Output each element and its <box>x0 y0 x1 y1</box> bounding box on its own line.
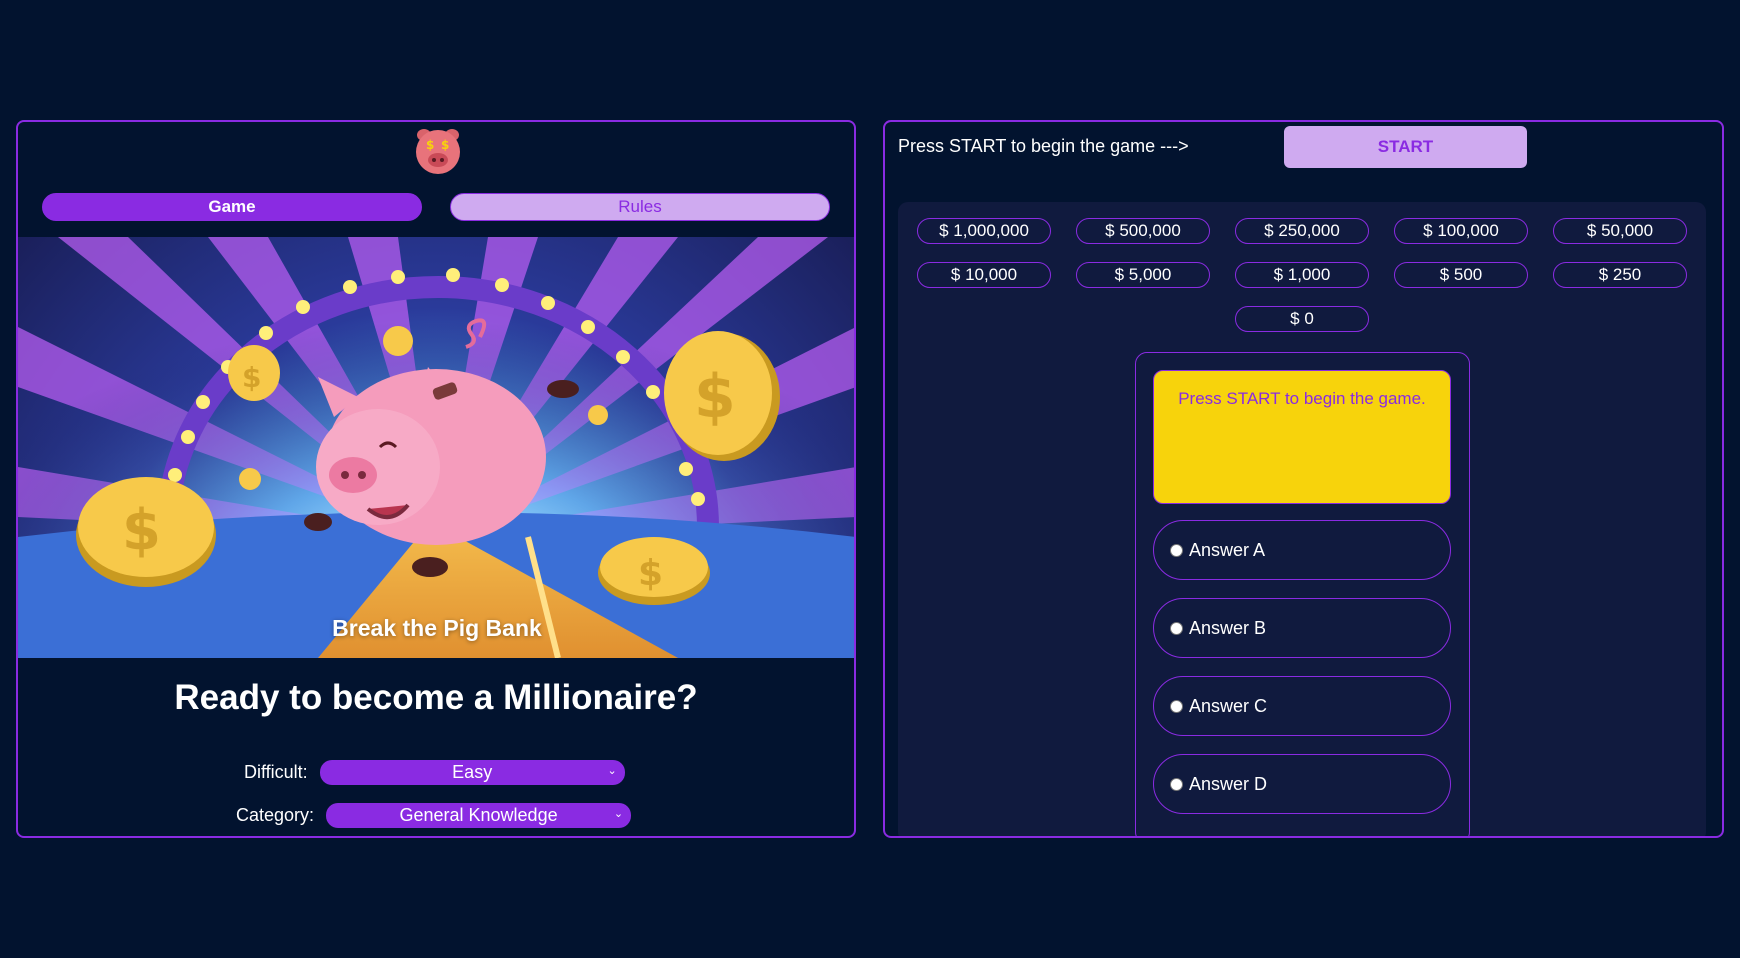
answer-a[interactable]: Answer A <box>1153 520 1451 580</box>
question-text: Press START to begin the game. <box>1153 370 1451 504</box>
start-prompt: Press START to begin the game ---> <box>898 136 1189 156</box>
tab-rules[interactable]: Rules <box>450 193 830 221</box>
headline: Ready to become a Millionaire? <box>174 678 698 717</box>
prize-level: $ 250,000 <box>1235 218 1369 244</box>
difficulty-select[interactable]: Easy ⌄ <box>319 760 625 785</box>
svg-text:$: $ <box>441 138 449 152</box>
hero-image: $ $ $ $ Break the Pig Bank <box>18 237 854 658</box>
answer-c[interactable]: Answer C <box>1153 676 1451 736</box>
answer-label: Answer D <box>1189 773 1268 794</box>
prize-level: $ 50,000 <box>1553 218 1687 244</box>
prize-level: $ 1,000 <box>1235 262 1369 288</box>
answer-d[interactable]: Answer D <box>1153 754 1451 814</box>
pig-logo-icon: $ $ <box>412 125 464 177</box>
prize-level: $ 10,000 <box>917 262 1051 288</box>
prize-level: $ 500,000 <box>1076 218 1210 244</box>
category-row: Category: General Knowledge ⌄ <box>236 803 632 828</box>
hero-caption: Break the Pig Bank <box>332 615 542 641</box>
difficulty-value: Easy <box>452 762 493 782</box>
prize-level: $ 5,000 <box>1076 262 1210 288</box>
category-label: Category: <box>236 805 315 825</box>
svg-text:$: $ <box>122 498 161 563</box>
prize-level: $ 1,000,000 <box>917 218 1051 244</box>
difficulty-row: Difficult: Easy ⌄ <box>244 760 625 785</box>
answer-label: Answer A <box>1189 539 1266 560</box>
tab-game[interactable]: Game <box>42 193 422 221</box>
svg-text:$: $ <box>426 138 434 152</box>
difficulty-label: Difficult: <box>244 762 308 782</box>
question-box: Press START to begin the game. Answer A … <box>1135 352 1470 836</box>
start-button[interactable]: START <box>1284 126 1527 168</box>
chevron-down-icon: ⌄ <box>613 808 624 820</box>
radio-icon[interactable] <box>1170 699 1183 713</box>
category-value: General Knowledge <box>399 805 558 825</box>
prize-level: $ 100,000 <box>1394 218 1528 244</box>
game-board: $ 1,000,000 $ 500,000 $ 250,000 $ 100,00… <box>898 202 1706 836</box>
prize-level: $ 500 <box>1394 262 1528 288</box>
prize-level: $ 250 <box>1553 262 1687 288</box>
radio-icon[interactable] <box>1170 777 1183 791</box>
svg-text:$: $ <box>638 553 663 594</box>
game-panel: $ $ Game Rules $ $ $ $ Break the Pig Ban… <box>16 120 856 838</box>
prize-level: $ 0 <box>1235 306 1369 332</box>
radio-icon[interactable] <box>1170 543 1183 557</box>
play-panel: Press START to begin the game ---> START… <box>883 120 1724 838</box>
svg-text:$: $ <box>694 362 736 432</box>
answer-label: Answer C <box>1189 695 1268 716</box>
answer-label: Answer B <box>1189 617 1267 638</box>
category-select[interactable]: General Knowledge ⌄ <box>326 803 632 828</box>
svg-text:$: $ <box>242 361 261 394</box>
radio-icon[interactable] <box>1170 621 1183 635</box>
answer-b[interactable]: Answer B <box>1153 598 1451 658</box>
chevron-down-icon: ⌄ <box>607 765 617 777</box>
